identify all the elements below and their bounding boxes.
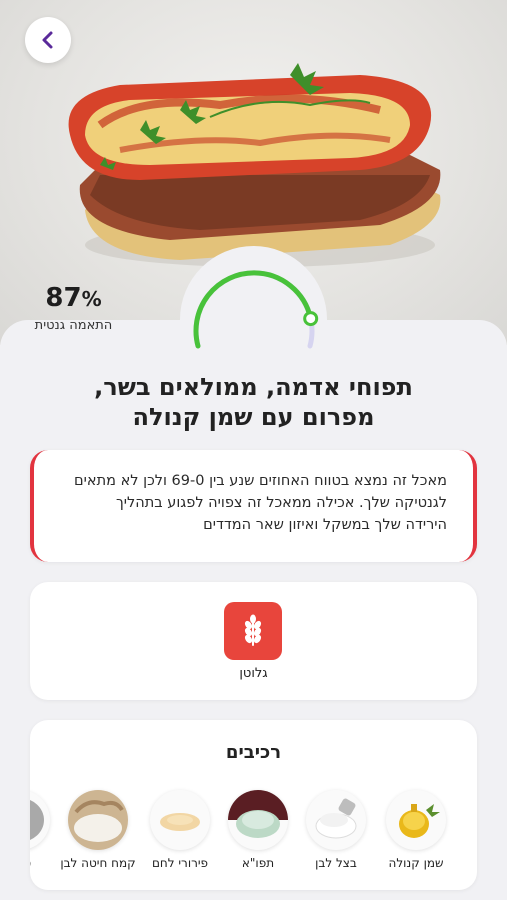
salt-icon xyxy=(306,790,366,850)
gauge-knob xyxy=(303,311,319,327)
allergen-gluten[interactable] xyxy=(224,602,282,660)
ingredient-item[interactable]: פירורי לחם xyxy=(140,790,220,870)
wheat-icon xyxy=(244,614,262,646)
genetic-match-gauge xyxy=(180,246,327,356)
flour-icon xyxy=(68,790,128,850)
ingredient-item[interactable]: בצל לבן xyxy=(296,790,376,870)
dish-title: תפוחי אדמה, ממולאים בשר, מפרום עם שמן קנ… xyxy=(20,372,487,432)
gauge-progress-arc xyxy=(193,270,315,349)
breadcrumbs-icon xyxy=(150,790,210,850)
dish-title-line-2: מפרום עם שמן קנולה xyxy=(132,403,375,431)
ingredient-item[interactable]: שמן קנולה xyxy=(376,790,456,870)
ingredient-item[interactable]: תפו"א xyxy=(218,790,298,870)
ingredient-item[interactable]: טחון xyxy=(30,790,60,870)
ingredient-item[interactable]: קמח חיטה לבן xyxy=(58,790,138,870)
warning-text: מאכל זה נמצא בטווח האחוזים שנע בין 69-0 … xyxy=(74,473,447,533)
warning-card: מאכל זה נמצא בטווח האחוזים שנע בין 69-0 … xyxy=(30,450,477,562)
ingredients-title: רכיבים xyxy=(225,742,282,763)
match-label: התאמה גנטית xyxy=(34,318,113,333)
dish-image xyxy=(68,63,441,267)
back-button[interactable] xyxy=(25,17,71,63)
ingredients-card: רכיבים שמן קנולה בצל לבן תפו"א פירורי לח… xyxy=(30,720,477,890)
potato-icon xyxy=(228,790,288,850)
oil-icon xyxy=(386,790,446,850)
ground-meat-icon xyxy=(30,790,50,850)
allergens-card: גלוטן xyxy=(30,582,477,700)
chevron-left-icon xyxy=(42,31,53,49)
allergen-label: גלוטן xyxy=(239,666,268,681)
match-percentage: 87% xyxy=(45,283,102,313)
dish-title-line-1: תפוחי אדמה, ממולאים בשר, xyxy=(94,373,413,401)
